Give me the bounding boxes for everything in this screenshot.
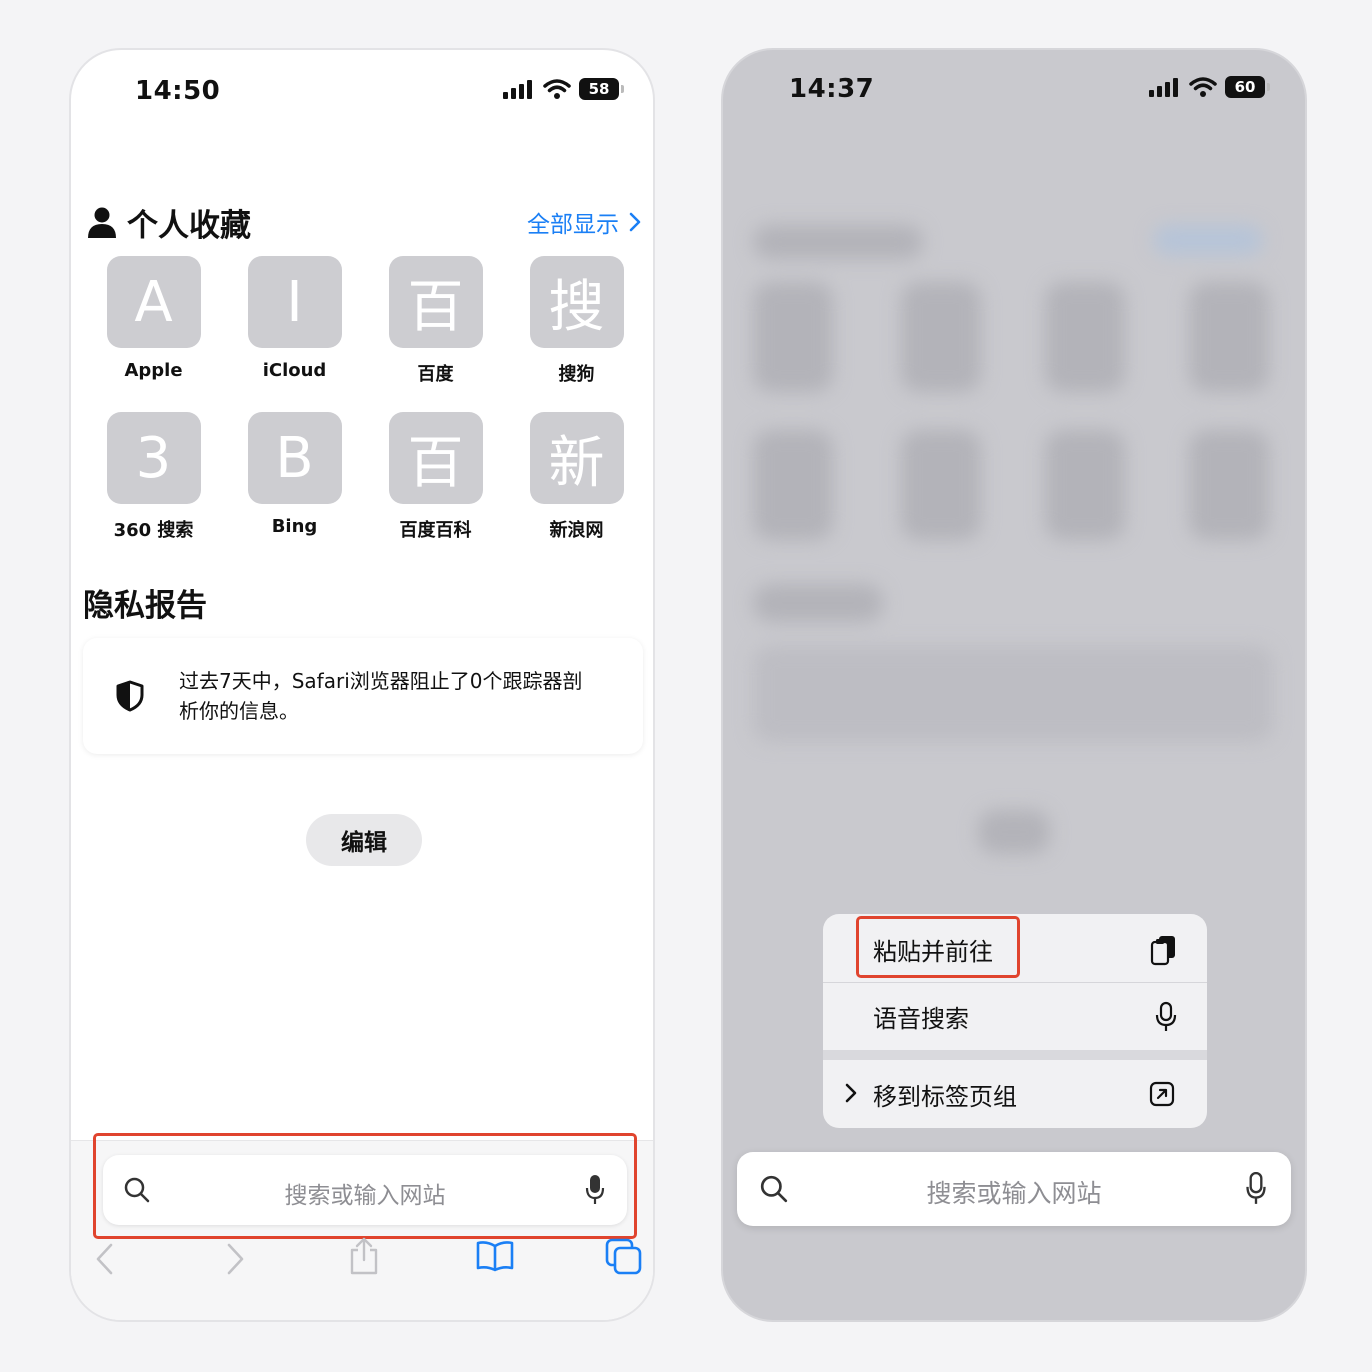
forward-icon[interactable] (223, 1242, 247, 1276)
menu-group-gap (823, 1050, 1207, 1060)
privacy-report-card[interactable]: 过去7天中，Safari浏览器阻止了0个跟踪器剖析你的信息。 (83, 638, 643, 754)
status-bar: 14:37 60 (723, 50, 1305, 140)
microphone-icon[interactable] (585, 1174, 605, 1206)
microphone-icon[interactable] (1245, 1172, 1267, 1206)
favorite-baidu-baike[interactable]: 百 百度百科 (365, 412, 506, 542)
favorite-label: 360 搜索 (113, 520, 194, 541)
cellular-signal-icon (1149, 78, 1178, 97)
favorite-sogou[interactable]: 搜 搜狗 (506, 256, 647, 386)
favorites-title: 个人收藏 (85, 200, 251, 245)
move-to-icon (1149, 1081, 1175, 1107)
favorite-360-search[interactable]: 3 360 搜索 (83, 412, 224, 542)
favorite-apple[interactable]: A Apple (83, 256, 224, 386)
favorites-header: 个人收藏 全部显示 (85, 200, 641, 245)
menu-item-paste-and-go[interactable]: 粘贴并前往 (823, 916, 1207, 982)
back-icon[interactable] (93, 1242, 117, 1276)
search-bar[interactable]: 搜索或输入网站 (737, 1152, 1291, 1226)
microphone-icon (1155, 1001, 1177, 1031)
phone-left-safari-start-page: 14:50 58 个人收藏 全部显示 A Apple I iCloud 百 百度… (69, 48, 655, 1322)
blurred-background (723, 50, 1305, 1320)
favorite-tile: I (247, 256, 342, 348)
favorites-grid: A Apple I iCloud 百 百度 搜 搜狗 3 360 搜索 B Bi… (83, 256, 647, 542)
cellular-signal-icon (503, 80, 532, 99)
menu-item-voice-search[interactable]: 语音搜索 (823, 983, 1207, 1049)
search-placeholder: 搜索或输入网站 (284, 1183, 446, 1209)
wifi-icon (543, 79, 571, 99)
status-time: 14:37 (789, 74, 875, 104)
favorites-title-text: 个人收藏 (127, 207, 251, 244)
favorite-tile: 百 (388, 256, 483, 348)
status-bar: 14:50 58 (71, 50, 653, 140)
status-icons: 58 (503, 78, 624, 100)
favorite-tile: 新 (529, 412, 624, 504)
privacy-report-text: 过去7天中，Safari浏览器阻止了0个跟踪器剖析你的信息。 (179, 669, 583, 723)
phone-right-paste-menu: 14:37 60 粘贴并前往 语音搜索 移到标签页组 搜索或输入网站 (721, 48, 1307, 1322)
chevron-right-icon (629, 212, 641, 232)
favorite-tile: A (106, 256, 201, 348)
privacy-report-title: 隐私报告 (83, 588, 207, 624)
menu-item-label: 语音搜索 (873, 1004, 969, 1033)
chevron-right-icon (845, 1083, 857, 1103)
favorite-tile: 百 (388, 412, 483, 504)
status-icons: 60 (1149, 76, 1270, 98)
favorite-baidu[interactable]: 百 百度 (365, 256, 506, 386)
menu-item-label: 移到标签页组 (873, 1082, 1017, 1111)
favorite-tile: 3 (106, 412, 201, 504)
favorite-sina[interactable]: 新 新浪网 (506, 412, 647, 542)
tabs-icon[interactable] (605, 1238, 643, 1276)
status-time: 14:50 (135, 76, 221, 106)
favorite-icloud[interactable]: I iCloud (224, 256, 365, 386)
show-all-label: 全部显示 (527, 212, 619, 238)
search-bar[interactable]: 搜索或输入网站 (103, 1155, 627, 1225)
favorite-tile: 搜 (529, 256, 624, 348)
favorite-label: 百度百科 (399, 520, 472, 541)
favorite-label: Bing (271, 516, 318, 537)
favorite-label: 百度 (417, 364, 454, 385)
shield-icon (116, 680, 144, 712)
favorite-bing[interactable]: B Bing (224, 412, 365, 542)
menu-item-move-to-tab-group[interactable]: 移到标签页组 (823, 1061, 1207, 1127)
safari-toolbar (71, 1237, 653, 1292)
paste-icon (1150, 936, 1175, 966)
favorite-label: 新浪网 (549, 520, 604, 541)
favorite-label: iCloud (262, 360, 327, 381)
share-icon[interactable] (347, 1236, 381, 1276)
favorite-label: 搜狗 (558, 364, 595, 385)
menu-item-label: 粘贴并前往 (873, 937, 993, 966)
show-all-link[interactable]: 全部显示 (527, 205, 641, 239)
edit-button[interactable]: 编辑 (306, 814, 422, 866)
person-icon (88, 207, 116, 238)
search-placeholder: 搜索或输入网站 (926, 1179, 1102, 1208)
favorite-label: Apple (124, 360, 183, 381)
battery-indicator: 60 (1225, 76, 1270, 98)
battery-indicator: 58 (579, 78, 624, 100)
context-menu: 粘贴并前往 语音搜索 移到标签页组 (823, 914, 1207, 1128)
favorite-tile: B (247, 412, 342, 504)
bookmarks-icon[interactable] (475, 1240, 515, 1272)
wifi-icon (1189, 77, 1217, 97)
